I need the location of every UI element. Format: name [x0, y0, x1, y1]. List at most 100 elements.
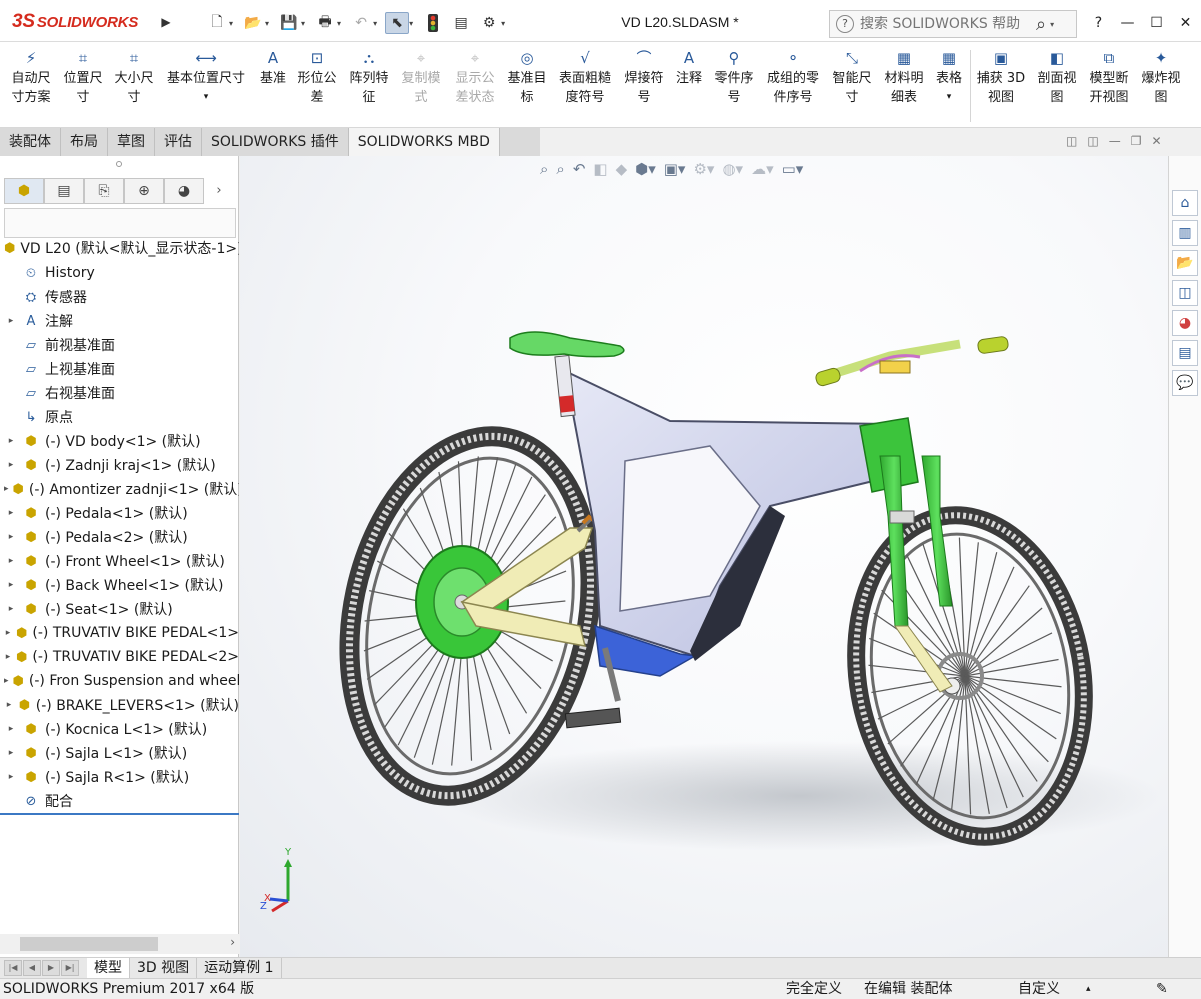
bottom-tab-model[interactable]: 模型 — [87, 957, 130, 979]
tree-root[interactable]: ⬢ VD L20 (默认<默认_显示状态-1>) — [0, 236, 239, 260]
graphics-area[interactable]: ⌕ ⌕ ↶ ◧ ◆ ⬢▾ ▣▾ ⚙▾ ◍▾ ☁▾ ▭▾ Y Z X — [240, 156, 1168, 957]
expand-arrow-icon[interactable]: ▸ — [4, 316, 18, 326]
restore-doc-icon[interactable]: ❐ — [1131, 134, 1142, 148]
basic-location-dimension-button[interactable]: ⟷ 基本位置尺寸 ▾ — [162, 48, 250, 107]
minimize-button[interactable]: — — [1113, 12, 1142, 34]
display-manager-tab-icon[interactable]: ◕ — [164, 178, 204, 204]
tree-item[interactable]: ▸ ⬢ (-) Pedala<2> (默认) — [0, 525, 239, 549]
weld-symbol-button[interactable]: ⌒ 焊接符号 — [620, 48, 668, 107]
expand-arrow-icon[interactable]: ▸ — [4, 772, 18, 782]
help-circle-icon[interactable]: ? — [836, 15, 854, 33]
tree-item[interactable]: ▱ 前视基准面 — [0, 333, 239, 357]
close-doc-icon[interactable]: ✕ — [1151, 134, 1161, 148]
tree-item[interactable]: ▸ ⬢ (-) Kocnica L<1> (默认) — [0, 717, 239, 741]
expand-arrow-icon[interactable]: ▸ — [4, 436, 18, 446]
print-icon[interactable]: 🖶 — [313, 12, 337, 34]
restore-right-icon[interactable]: ◫ — [1087, 134, 1098, 148]
expand-arrow-icon[interactable]: ▸ — [4, 724, 18, 734]
expand-arrow-icon[interactable]: ▸ — [4, 508, 18, 518]
expand-arrow-icon[interactable]: ▸ — [4, 652, 12, 662]
save-icon[interactable]: 💾 — [277, 12, 301, 34]
bom-button[interactable]: ▦ 材料明细表 — [880, 48, 928, 107]
dimxpert-manager-tab-icon[interactable]: ⊕ — [124, 178, 164, 204]
tree-item[interactable]: ▸ ⬢ (-) Pedala<1> (默认) — [0, 501, 239, 525]
size-dimension-button[interactable]: ⌗ 大小尺寸 — [110, 48, 158, 107]
smart-dimension-button[interactable]: ⤡ 智能尺寸 — [828, 48, 876, 107]
minimize-doc-icon[interactable]: — — [1109, 134, 1121, 148]
search-dropdown-icon[interactable]: ▾ — [1050, 20, 1054, 29]
new-document-icon[interactable]: 🗋 — [205, 12, 229, 34]
expand-arrow-icon[interactable]: ▸ — [4, 556, 18, 566]
dropdown-arrow-icon[interactable]: ▾ — [947, 88, 952, 107]
undo-icon[interactable]: ↶ — [349, 12, 373, 34]
tree-item[interactable]: ▸ ⬢ (-) TRUVATIV BIKE PEDAL<2> — [0, 645, 239, 669]
tree-item[interactable]: ⛭ 传感器 — [0, 285, 239, 309]
prev-tab-arrow-icon[interactable]: ◀ — [23, 960, 41, 976]
bottom-tab-3d-views[interactable]: 3D 视图 — [130, 957, 198, 979]
custom-properties-icon[interactable]: ▤ — [1172, 340, 1198, 366]
tree-item[interactable]: ▸ ⬢ (-) Sajla R<1> (默认) — [0, 765, 239, 789]
seat[interactable] — [509, 331, 625, 358]
bottom-tab-motion-study[interactable]: 运动算例 1 — [197, 957, 282, 979]
help-menu-button[interactable]: ? — [1084, 12, 1113, 34]
property-manager-tab-icon[interactable]: ▤ — [44, 178, 84, 204]
tab-sketch[interactable]: 草图 — [108, 128, 155, 156]
help-search-box[interactable]: ? ⌕ ▾ — [829, 10, 1077, 38]
datum-target-button[interactable]: ◎ 基准目标 — [504, 48, 550, 107]
expand-arrow-icon[interactable]: ▸ — [4, 460, 18, 470]
fork-right-upper[interactable] — [921, 455, 953, 607]
save-dropdown-icon[interactable]: ▾ — [301, 19, 305, 28]
menu-expand-arrow-icon[interactable]: ▶ — [158, 12, 174, 32]
expand-arrow-icon[interactable]: ▸ — [4, 700, 14, 710]
expand-arrow-icon[interactable]: ▸ — [4, 748, 18, 758]
units-dropdown-icon[interactable]: ▴ — [1086, 979, 1091, 999]
design-library-icon[interactable]: ▥ — [1172, 220, 1198, 246]
show-tolerance-status-button[interactable]: ⌖ 显示公差状态 — [450, 48, 500, 107]
expand-arrow-icon[interactable]: ▸ — [4, 628, 12, 638]
expand-arrow-icon[interactable]: ▸ — [4, 676, 9, 686]
model-break-view-button[interactable]: ⧉ 模型断开视图 — [1084, 48, 1134, 107]
expand-arrow-icon[interactable]: ▸ — [4, 484, 9, 494]
undo-dropdown-icon[interactable]: ▾ — [373, 19, 377, 28]
tree-item[interactable]: ▸ ⬢ (-) Fron Suspension and wheel — [0, 669, 239, 693]
file-properties-icon[interactable]: ▤ — [449, 12, 473, 34]
bicycle-model[interactable]: Y Z X — [240, 156, 1168, 957]
tabs-next-arrow-icon[interactable]: › — [204, 178, 234, 204]
help-search-input[interactable] — [860, 16, 1030, 32]
status-units[interactable]: 自定义 — [1018, 979, 1060, 999]
tree-item[interactable]: ↳ 原点 — [0, 405, 239, 429]
tree-filter[interactable] — [4, 208, 236, 238]
scroll-right-arrow-icon[interactable]: › — [230, 935, 235, 949]
last-tab-arrow-icon[interactable]: ▶| — [61, 960, 79, 976]
surface-finish-button[interactable]: √ 表面粗糙度符号 — [554, 48, 616, 107]
pedal[interactable] — [564, 707, 622, 729]
tree-item[interactable]: ▸ ⬢ (-) Zadnji kraj<1> (默认) — [0, 453, 239, 477]
pattern-feature-button[interactable]: ⛬ 阵列特征 — [346, 48, 392, 107]
feature-manager-tab-icon[interactable]: ⬢ — [4, 178, 44, 204]
geometric-tolerance-button[interactable]: ⊡ 形位公差 — [294, 48, 340, 107]
tree-item[interactable]: ▸ ⬢ (-) Front Wheel<1> (默认) — [0, 549, 239, 573]
tree-item[interactable]: ▱ 上视基准面 — [0, 357, 239, 381]
configuration-manager-tab-icon[interactable]: ⎘ — [84, 178, 124, 204]
first-tab-arrow-icon[interactable]: |◀ — [4, 960, 22, 976]
handlebar[interactable] — [815, 336, 1009, 387]
tree-item[interactable]: ▱ 右视基准面 — [0, 381, 239, 405]
forum-icon[interactable]: 💬 — [1172, 370, 1198, 396]
solidworks-logo[interactable]: 3S SOLIDWORKS — [12, 10, 138, 34]
print-dropdown-icon[interactable]: ▾ — [337, 19, 341, 28]
copy-scheme-button[interactable]: ⌖ 复制模式 — [398, 48, 444, 107]
expand-arrow-icon[interactable]: ▸ — [4, 532, 18, 542]
balloon-button[interactable]: ⚲ 零件序号 — [710, 48, 758, 107]
dropdown-arrow-icon[interactable]: ▾ — [204, 88, 209, 107]
tree-item[interactable]: ▸ A 注解 — [0, 309, 239, 333]
search-icon[interactable]: ⌕ — [1036, 14, 1046, 35]
open-dropdown-icon[interactable]: ▾ — [265, 19, 269, 28]
tree-item[interactable]: ▸ ⬢ (-) VD body<1> (默认) — [0, 429, 239, 453]
panel-grip-icon[interactable] — [116, 161, 122, 167]
tab-mbd[interactable]: SOLIDWORKS MBD — [348, 128, 500, 156]
location-dimension-button[interactable]: ⌗ 位置尺寸 — [59, 48, 107, 107]
tab-assembly[interactable]: 装配体 — [0, 128, 61, 156]
appearances-icon[interactable]: ◕ — [1172, 310, 1198, 336]
tree-item[interactable]: ▸ ⬢ (-) TRUVATIV BIKE PEDAL<1> — [0, 621, 239, 645]
exploded-view-button[interactable]: ✦ 爆炸视图 — [1138, 48, 1184, 107]
